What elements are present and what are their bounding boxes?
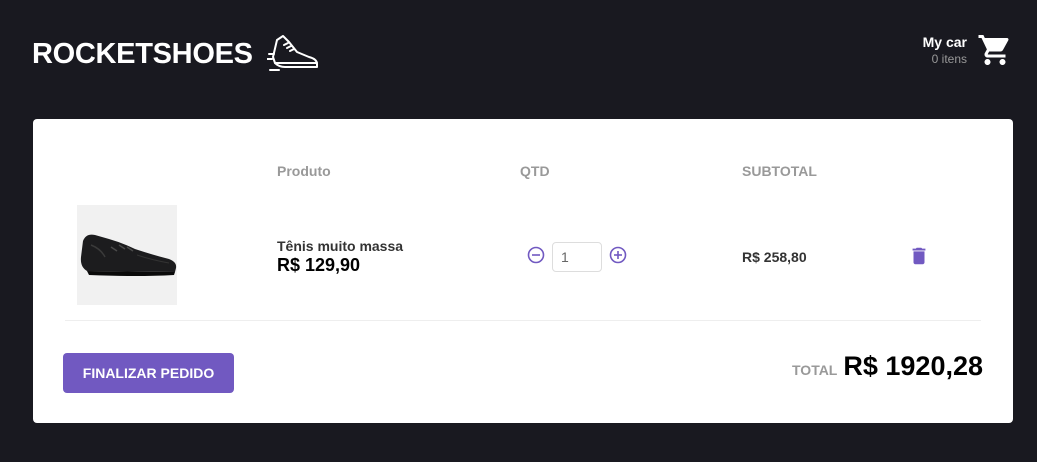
cart-count: 0 itens (931, 51, 967, 66)
running-shoe-icon (266, 35, 318, 71)
cart-panel: Produto QTD SUBTOTAL Tênis muito massa R… (33, 119, 1013, 423)
header-qty: QTD (520, 163, 550, 179)
shopping-cart-icon (978, 35, 1009, 65)
quantity-input[interactable] (552, 242, 602, 272)
header-product: Produto (277, 163, 331, 179)
product-price: R$ 129,90 (277, 255, 361, 275)
minus-circle-icon (527, 246, 545, 264)
cart-link[interactable]: My car 0 itens (923, 30, 1013, 70)
total-label: TOTAL (792, 362, 838, 378)
delete-button[interactable] (908, 245, 930, 267)
logo-link[interactable]: ROCKETSHOES (32, 28, 321, 80)
decrement-button[interactable] (526, 245, 546, 265)
product-subtotal: R$ 258,80 (742, 249, 807, 265)
page: ROCKETSHOES My car 0 itens Produto QTD S… (0, 0, 1037, 462)
increment-button[interactable] (608, 245, 628, 265)
header: ROCKETSHOES My car 0 itens (0, 0, 1037, 110)
checkout-button[interactable]: FINALIZAR PEDIDO (63, 353, 234, 393)
product-image (77, 205, 177, 305)
header-subtotal: SUBTOTAL (742, 163, 817, 179)
black-sneaker-image (77, 205, 177, 305)
cart-title: My car (922, 33, 967, 50)
logo-text: ROCKETSHOES (32, 37, 253, 70)
total-value: R$ 1920,28 (843, 351, 983, 381)
plus-circle-icon (609, 246, 627, 264)
cart-info: My car 0 itens (923, 34, 967, 67)
trash-icon (912, 247, 926, 265)
product-title: Tênis muito massa (277, 238, 404, 254)
total: TOTAL R$ 1920,28 (792, 351, 983, 382)
row-divider (65, 320, 981, 321)
